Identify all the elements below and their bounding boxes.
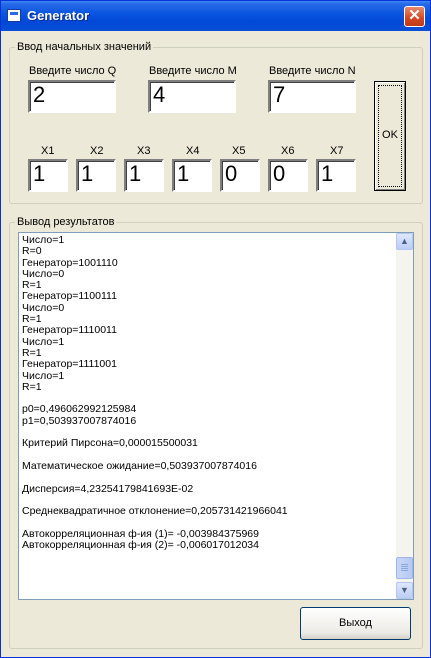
x7-label: X7: [330, 145, 344, 157]
result-line: Критерий Пирсона=0,000015500031: [22, 437, 198, 450]
output-group-legend: Вывод результатов: [17, 216, 115, 228]
app-icon: [7, 9, 21, 22]
result-line: Число=1: [22, 335, 65, 348]
results-lines: Число=1 R=0 Генератор=1001110 Число=0 R=1 Ген…: [22, 234, 392, 552]
result-line: Дисперсия=4,23254179841693E-02: [22, 482, 194, 495]
q-input[interactable]: 2: [28, 80, 116, 113]
result-line: Среднеквадратичное отклонение=0,20573142…: [22, 505, 288, 518]
x3-label: X3: [137, 145, 151, 157]
title-bar[interactable]: Generator ✕: [1, 1, 430, 31]
x2-input[interactable]: 1: [76, 159, 116, 192]
generator-window: Generator ✕ Ввод начальных значений Введ…: [0, 0, 431, 658]
x4-label: X4: [186, 145, 200, 157]
x1-label: X1: [41, 145, 55, 157]
scroll-down-button[interactable]: ▼: [396, 582, 413, 599]
result-line: R=1: [22, 380, 42, 393]
result-line: Автокорреляционная ф-ия (2)= -0,00601701…: [22, 539, 259, 552]
result-line: Число=0: [22, 267, 65, 280]
m-label: Введите число M: [149, 65, 237, 77]
x6-label: X6: [281, 145, 295, 157]
result-line: p1=0,503937007874016: [22, 414, 137, 427]
result-line: Число=1: [22, 234, 65, 246]
ok-button[interactable]: OK: [374, 81, 406, 191]
result-line: Число=0: [22, 301, 65, 314]
q-label: Введите число Q: [29, 65, 117, 77]
close-button[interactable]: ✕: [404, 6, 425, 27]
result-line: Генератор=1100111: [22, 290, 117, 303]
m-input[interactable]: 4: [148, 80, 236, 113]
result-line: Генератор=1111001: [22, 358, 117, 371]
n-label: Введите число N: [269, 65, 356, 77]
x5-label: X5: [232, 145, 246, 157]
exit-button[interactable]: Выход: [300, 607, 411, 640]
window-title: Generator: [27, 8, 90, 23]
scroll-up-button[interactable]: ▲: [396, 233, 413, 250]
input-group-legend: Ввод начальных значений: [17, 41, 152, 53]
result-line: Число=1: [22, 369, 65, 382]
result-line: Генератор=1001110: [22, 256, 118, 269]
result-line: [22, 472, 392, 483]
results-textarea[interactable]: Число=1 R=0 Генератор=1001110 Число=0 R=1 Ген…: [18, 232, 414, 600]
x3-input[interactable]: 1: [124, 159, 164, 192]
x1-input[interactable]: 1: [28, 159, 68, 192]
n-input[interactable]: 7: [268, 80, 356, 113]
x6-input[interactable]: 0: [268, 159, 308, 192]
result-line: Математическое ожидание=0,50393700787401…: [22, 459, 257, 472]
x5-input[interactable]: 0: [220, 159, 260, 192]
x2-label: X2: [90, 145, 104, 157]
vertical-scrollbar[interactable]: ▲ ▼: [396, 233, 413, 599]
scroll-thumb[interactable]: [396, 557, 413, 579]
result-line: R=0: [22, 245, 42, 258]
x7-input[interactable]: 1: [316, 159, 356, 192]
result-line: Генератор=1110011: [22, 324, 117, 337]
x4-input[interactable]: 1: [172, 159, 212, 192]
